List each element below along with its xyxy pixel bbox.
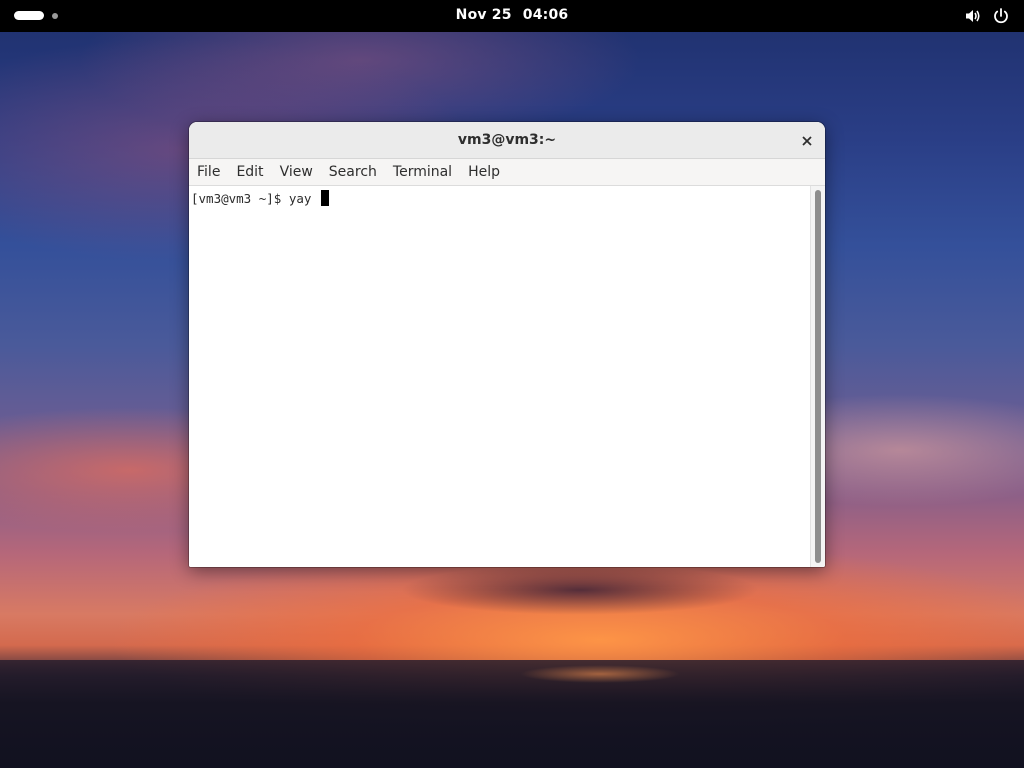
- shell-prompt: [vm3@vm3 ~]$: [191, 190, 289, 206]
- clock-time: 04:06: [522, 7, 569, 23]
- typed-command: yay: [288, 190, 319, 206]
- scrollbar-thumb[interactable]: [815, 190, 821, 563]
- terminal-area[interactable]: [vm3@vm3 ~]$ yay: [189, 186, 811, 567]
- menu-edit[interactable]: Edit: [228, 159, 271, 185]
- close-icon: [802, 131, 812, 150]
- menu-search[interactable]: Search: [321, 159, 385, 185]
- menu-bar: File Edit View Search Terminal Help: [189, 159, 825, 186]
- top-bar: Nov 25 04:06: [0, 0, 1024, 32]
- system-tray[interactable]: [964, 7, 1010, 25]
- menu-help[interactable]: Help: [460, 159, 508, 185]
- close-button[interactable]: [797, 130, 817, 150]
- date-time-clock[interactable]: Nov 25 04:06: [0, 7, 1024, 23]
- wallpaper-horizon: [0, 660, 1024, 768]
- clock-date: Nov 25: [455, 7, 512, 23]
- menu-terminal[interactable]: Terminal: [385, 159, 460, 185]
- terminal-line: [vm3@vm3 ~]$ yay: [191, 190, 329, 206]
- terminal-scrollbar[interactable]: [810, 186, 825, 567]
- text-cursor: [320, 190, 329, 206]
- wallpaper-cloud: [400, 565, 760, 615]
- menu-file[interactable]: File: [189, 159, 228, 185]
- desktop-wallpaper: Nov 25 04:06 vm3@vm3:~ File Edit View Se…: [0, 0, 1024, 768]
- window-title: vm3@vm3:~: [457, 132, 557, 148]
- volume-icon[interactable]: [964, 7, 982, 25]
- power-icon[interactable]: [992, 7, 1010, 25]
- wallpaper-sun-reflection: [520, 665, 680, 683]
- menu-view[interactable]: View: [272, 159, 321, 185]
- terminal-window[interactable]: vm3@vm3:~ File Edit View Search Terminal…: [189, 122, 825, 567]
- window-titlebar[interactable]: vm3@vm3:~: [189, 122, 825, 159]
